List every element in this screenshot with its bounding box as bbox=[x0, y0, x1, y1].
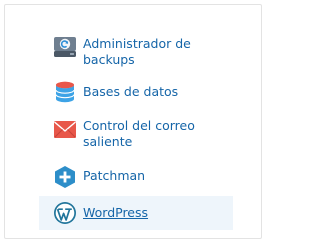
menu-item-label: Patchman bbox=[83, 168, 146, 183]
patchman-icon bbox=[53, 165, 77, 189]
tools-panel: Administrador de backups Bases de datos bbox=[4, 4, 262, 239]
database-icon bbox=[53, 80, 77, 104]
menu-item-label: saliente bbox=[83, 134, 133, 149]
menu-item-label: Administrador de bbox=[83, 36, 191, 51]
menu-item-label: backups bbox=[83, 52, 135, 67]
menu-item-patchman[interactable]: Patchman bbox=[39, 163, 233, 189]
mail-icon bbox=[53, 118, 77, 142]
menu-item-wordpress[interactable]: WordPress bbox=[39, 196, 233, 230]
menu-item-label: Bases de datos bbox=[83, 84, 179, 99]
wordpress-icon bbox=[53, 201, 77, 225]
menu-item-outgoing-mail[interactable]: Control del correo saliente bbox=[39, 116, 233, 154]
menu-item-backup-manager[interactable]: Administrador de backups bbox=[39, 32, 233, 70]
backup-manager-icon bbox=[53, 35, 77, 59]
menu-item-label: Control del correo bbox=[83, 118, 195, 133]
menu-item-databases[interactable]: Bases de datos bbox=[39, 79, 233, 105]
menu-item-label: WordPress bbox=[83, 205, 149, 220]
